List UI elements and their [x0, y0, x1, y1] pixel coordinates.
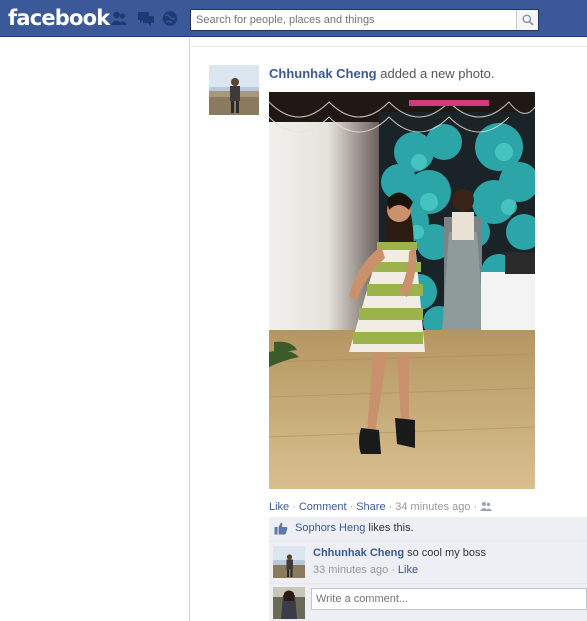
comment-author-avatar[interactable] [273, 546, 305, 578]
search-input[interactable] [191, 10, 513, 30]
comment-link[interactable]: Comment [299, 501, 347, 513]
left-column [0, 38, 190, 621]
share-link[interactable]: Share [356, 501, 385, 513]
story-timestamp[interactable]: 34 minutes ago [395, 501, 470, 513]
viewer-avatar [273, 587, 305, 619]
search-icon [522, 14, 534, 26]
story-actions: Like · Comment · Share · 34 minutes ago · [269, 501, 493, 513]
notifications-icon[interactable] [161, 10, 179, 27]
search-button[interactable] [516, 10, 538, 30]
comment-author-link[interactable]: Chhunhak Cheng [313, 547, 404, 559]
liker-name-link[interactable]: Sophors Heng [295, 522, 365, 534]
author-avatar[interactable] [209, 65, 259, 115]
write-comment-row [269, 584, 587, 621]
comment-meta: 33 minutes ago · Like [313, 564, 419, 576]
comment-item: Chhunhak Cheng so cool my boss 33 minute… [269, 542, 587, 584]
comment-timestamp[interactable]: 33 minutes ago [313, 564, 388, 576]
search-box [190, 9, 539, 31]
comment-text: so cool my boss [407, 547, 486, 559]
messages-icon[interactable] [137, 10, 155, 27]
story-photo[interactable] [269, 92, 535, 489]
comment-body: Chhunhak Cheng so cool my boss [313, 547, 486, 559]
comments-box: Sophors Heng likes this. Chhunhak Cheng … [269, 517, 587, 621]
friends-icon[interactable] [110, 10, 128, 27]
facebook-logo[interactable]: facebook [8, 6, 110, 30]
write-comment-input[interactable] [311, 588, 587, 610]
comment-like-link[interactable]: Like [398, 564, 418, 576]
friends-audience-icon[interactable] [480, 501, 493, 511]
like-link[interactable]: Like [269, 501, 289, 513]
story-author-link[interactable]: Chhunhak Cheng [269, 66, 377, 81]
story-action-text: added a new photo. [380, 66, 495, 81]
story-headline: Chhunhak Cheng added a new photo. [269, 66, 494, 81]
thumbs-up-icon [274, 522, 288, 535]
likes-sentence: Sophors Heng likes this. [269, 517, 587, 542]
top-bar: facebook [0, 0, 587, 37]
feed-divider [191, 46, 587, 47]
likes-text: likes this. [368, 522, 414, 534]
